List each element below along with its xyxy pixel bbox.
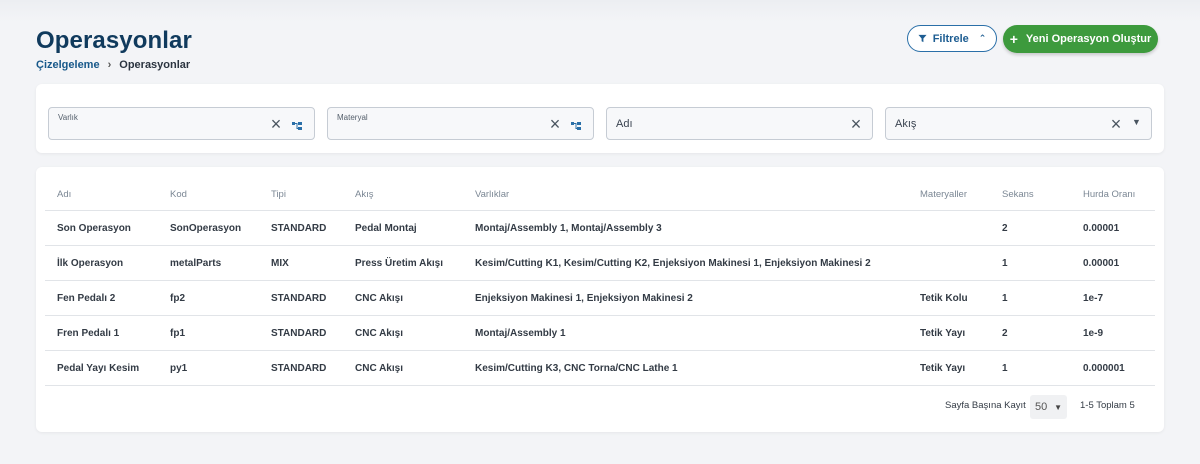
cell-materials: Tetik Kolu [920,292,968,304]
cell-type: STANDARD [271,362,327,374]
breadcrumb: Çizelgeleme › Operasyonlar [36,59,190,71]
cell-materials: Tetik Yayı [920,327,966,339]
cell-sequence: 1 [1002,292,1008,304]
operations-table-card: Adı Kod Tipi Akış Varlıklar Materyaller … [36,167,1164,432]
filter-panel: Varlık × Materyal × Adı × Akış × ▼ [36,84,1164,153]
per-page-value: 50 [1035,401,1048,413]
cell-assets: Kesim/Cutting K3, CNC Torna/CNC Lathe 1 [475,362,678,374]
cell-flow: CNC Akışı [355,292,403,304]
cell-assets: Montaj/Assembly 1, Montaj/Assembly 3 [475,222,662,234]
akis-field[interactable]: Akış × ▼ [885,107,1152,140]
column-header[interactable]: Hurda Oranı [1083,179,1135,210]
table-row[interactable]: Son Operasyon SonOperasyon STANDARD Peda… [45,211,1155,246]
column-header[interactable]: Varlıklar [475,179,509,210]
cell-type: STANDARD [271,222,327,234]
close-icon[interactable]: × [1109,115,1123,133]
cell-sequence: 2 [1002,222,1008,234]
cell-flow: Press Üretim Akışı [355,257,444,269]
cell-materials: Tetik Yayı [920,362,966,374]
plus-icon: + [1009,31,1018,47]
hierarchy-icon[interactable] [571,122,581,130]
per-page-label: Sayfa Başına Kayıt [945,400,1026,411]
cell-assets: Kesim/Cutting K1, Kesim/Cutting K2, Enje… [475,257,871,269]
close-icon[interactable]: × [849,115,863,133]
cell-code: fp2 [170,292,185,304]
cell-scrap-rate: 0.000001 [1083,362,1125,374]
cell-scrap-rate: 0.00001 [1083,222,1120,234]
dropdown-caret-icon[interactable]: ▼ [1132,117,1141,127]
cell-name: Fen Pedalı 2 [57,292,116,304]
cell-sequence: 1 [1002,362,1008,374]
materyal-field[interactable]: Materyal × [327,107,594,140]
cell-type: STANDARD [271,292,327,304]
adi-field-label: Adı [616,118,633,130]
filter-button[interactable]: Filtrele ⌃ [907,25,997,52]
column-header[interactable]: Akış [355,179,373,210]
create-operation-label: Yeni Operasyon Oluştur [1025,33,1152,45]
cell-scrap-rate: 1e-7 [1083,292,1104,304]
breadcrumb-link-cizelgeleme[interactable]: Çizelgeleme [36,59,100,71]
cell-code: SonOperasyon [170,222,242,234]
column-header[interactable]: Kod [170,179,187,210]
cell-name: Fren Pedalı 1 [57,327,120,339]
column-header[interactable]: Materyaller [920,179,967,210]
cell-type: STANDARD [271,327,327,339]
table-row[interactable]: Fen Pedalı 2 fp2 STANDARD CNC Akışı Enje… [45,281,1155,316]
top-bar [0,0,1200,22]
breadcrumb-current: Operasyonlar [119,59,191,71]
hierarchy-icon[interactable] [292,122,302,130]
funnel-icon [918,34,927,43]
cell-flow: CNC Akışı [355,362,403,374]
breadcrumb-separator: › [107,59,112,71]
adi-field[interactable]: Adı × [606,107,873,140]
chevron-up-icon: ⌃ [978,33,987,43]
cell-type: MIX [271,257,289,269]
varlik-field[interactable]: Varlık × [48,107,315,140]
column-header[interactable]: Tipi [271,179,286,210]
cell-sequence: 1 [1002,257,1008,269]
cell-scrap-rate: 0.00001 [1083,257,1120,269]
column-header[interactable]: Sekans [1002,179,1034,210]
create-operation-button[interactable]: + Yeni Operasyon Oluştur [1003,25,1158,53]
dropdown-caret-icon: ▼ [1054,402,1062,412]
filter-button-label: Filtrele [932,32,969,45]
cell-name: Son Operasyon [57,222,131,234]
cell-name: Pedal Yayı Kesim [57,362,140,374]
per-page-select[interactable]: 50 ▼ [1030,395,1067,419]
cell-flow: CNC Akışı [355,327,403,339]
cell-assets: Enjeksiyon Makinesi 1, Enjeksiyon Makine… [475,292,693,304]
close-icon[interactable]: × [548,115,562,133]
table-row[interactable]: İlk Operasyon metalParts MIX Press Üreti… [45,246,1155,281]
table-row[interactable]: Fren Pedalı 1 fp1 STANDARD CNC Akışı Mon… [45,316,1155,351]
page-title: Operasyonlar [36,27,192,54]
cell-sequence: 2 [1002,327,1008,339]
cell-flow: Pedal Montaj [355,222,417,234]
table-header: Adı Kod Tipi Akış Varlıklar Materyaller … [45,179,1155,211]
akis-field-label: Akış [895,118,917,130]
pagination-range: 1-5 Toplam 5 [1080,400,1135,411]
cell-name: İlk Operasyon [57,257,124,269]
materyal-field-label: Materyal [337,113,368,122]
close-icon[interactable]: × [269,115,283,133]
cell-code: fp1 [170,327,185,339]
cell-code: py1 [170,362,188,374]
cell-assets: Montaj/Assembly 1 [475,327,566,339]
column-header[interactable]: Adı [57,179,71,210]
table-row[interactable]: Pedal Yayı Kesim py1 STANDARD CNC Akışı … [45,351,1155,386]
pagination: Sayfa Başına Kayıt 50 ▼ 1-5 Toplam 5 [36,395,1164,419]
cell-scrap-rate: 1e-9 [1083,327,1104,339]
cell-code: metalParts [170,257,222,269]
varlik-field-label: Varlık [58,113,78,122]
